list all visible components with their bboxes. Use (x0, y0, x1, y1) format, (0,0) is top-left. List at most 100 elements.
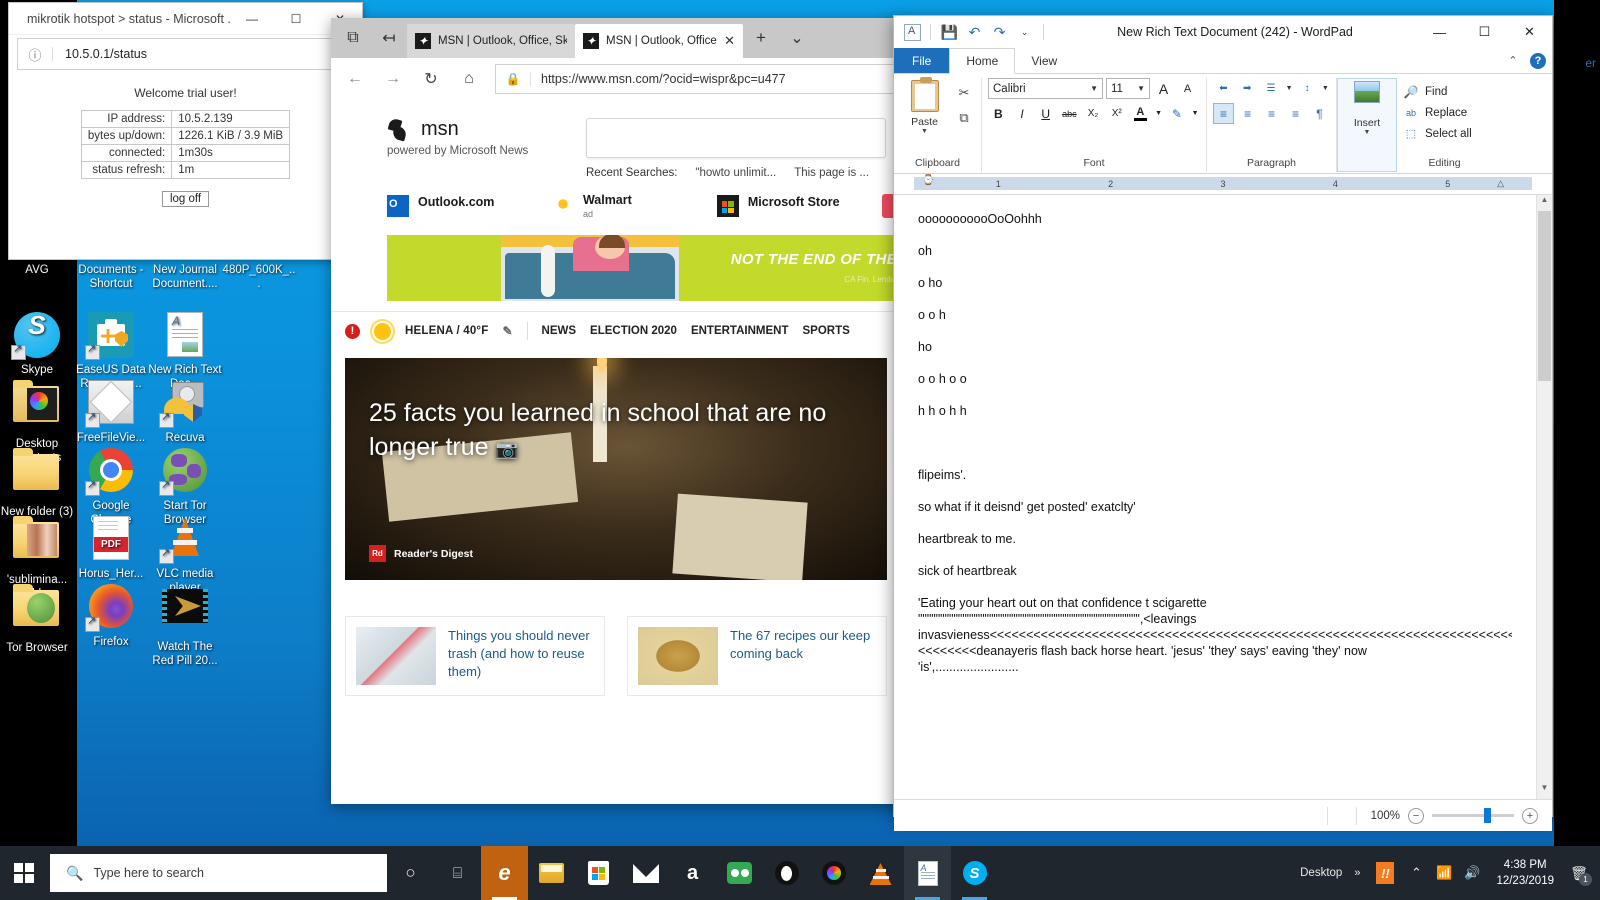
text-color-dropdown-icon[interactable]: ▼ (1154, 103, 1164, 124)
document-paragraph[interactable]: flipeims'. (918, 467, 1512, 483)
tab-home[interactable]: Home (949, 48, 1016, 74)
document-paragraph[interactable]: 'is',........................ (918, 659, 1512, 675)
document-paragraph[interactable]: sick of heartbreak (918, 563, 1512, 579)
network-icon[interactable]: 📶 (1430, 846, 1458, 900)
minimize-button[interactable]: — (1417, 17, 1462, 48)
wordpad-titlebar[interactable]: 💾 ↶ ↷ ⌄ New Rich Text Document (242) - W… (894, 16, 1552, 48)
scroll-down-icon[interactable]: ▼ (1537, 783, 1552, 799)
msn-hero-article[interactable]: 25 facts you learned in school that are … (345, 358, 887, 580)
zoom-slider[interactable] (1432, 808, 1514, 823)
desktop-icon-watch-red-pill[interactable]: Watch The Red Pill 20... (148, 584, 222, 668)
set-aside-tabs-icon[interactable]: ↤ (371, 18, 407, 58)
wordpad-ruler[interactable]: 1 2 3 4 5 ⌚ △ (894, 175, 1552, 195)
document-paragraph[interactable]: ho (918, 339, 1512, 355)
maximize-button[interactable]: ☐ (1462, 17, 1507, 48)
clock[interactable]: 4:38 PM 12/23/2019 (1486, 857, 1564, 889)
zoom-out-button[interactable]: − (1408, 807, 1424, 824)
ruler-bar[interactable]: 1 2 3 4 5 ⌚ △ (914, 175, 1532, 190)
cortana-button[interactable]: ○ (387, 846, 434, 900)
text-color-button[interactable]: A (1130, 103, 1151, 124)
taskbar-item-skype[interactable]: S (951, 846, 998, 900)
document-paragraph[interactable]: oh (918, 243, 1512, 259)
maximize-button[interactable]: ☐ (274, 3, 318, 34)
taskbar-item-amazon[interactable]: a (669, 846, 716, 900)
new-tab-button[interactable]: + (743, 18, 779, 58)
desktop-icon-skype[interactable]: S Skype (0, 312, 74, 378)
desktop-icon-tor-browser-folder[interactable]: Tor Browser (0, 584, 74, 656)
document-paragraph[interactable]: invasvieness<<<<<<<<<<<<<<<<<<<<<<<<<<<<… (918, 627, 1512, 643)
msn-logo[interactable]: msn powered by Microsoft News (387, 118, 562, 179)
tab-close-icon[interactable]: ✕ (724, 33, 735, 49)
document-paragraph[interactable]: o o h o o (918, 371, 1512, 387)
mikrotik-hotspot-window[interactable]: mikrotik hotspot > status - Microsoft ..… (8, 2, 363, 260)
edge-nav-bar[interactable]: ← → ↻ ⌂ 🔒 https://www.msn.com/?ocid=wisp… (331, 58, 901, 100)
taskbar-item-mail[interactable] (622, 846, 669, 900)
desktop-icon-avg[interactable]: AVG (0, 264, 74, 278)
taskbar-item-wordpad[interactable]: A (904, 846, 951, 900)
undo-icon[interactable]: ↶ (965, 23, 984, 42)
document-paragraph[interactable]: so what if it deisnd' get posted' exatcl… (918, 499, 1512, 515)
zoom-slider-thumb[interactable] (1484, 808, 1491, 823)
quick-link-microsoft-store[interactable]: Microsoft Store (716, 195, 882, 217)
cut-icon[interactable]: ✂ (953, 82, 975, 104)
tab-file[interactable]: File (894, 48, 950, 73)
collapse-ribbon-icon[interactable]: ⌃ (1502, 48, 1524, 73)
nav-item-sports[interactable]: SPORTS (802, 325, 849, 337)
italic-button[interactable]: I (1012, 103, 1033, 124)
browser-tab-1[interactable]: ✦ MSN | Outlook, Office, Skyp (407, 24, 575, 58)
save-icon[interactable]: 💾 (940, 23, 959, 42)
copy-icon[interactable]: ⧉ (953, 107, 975, 129)
desktop-icon-freefileviewer[interactable]: FreeFileVie... (74, 380, 148, 446)
search-input[interactable]: 🔍 Type here to search (50, 854, 387, 892)
msn-page-content[interactable]: msn powered by Microsoft News Recent Sea… (331, 100, 901, 804)
paste-button[interactable]: Paste ▼ (900, 77, 949, 135)
hero-source[interactable]: Rd Reader's Digest (369, 545, 473, 562)
scroll-up-icon[interactable]: ▲ (1537, 195, 1552, 211)
wordpad-ribbon[interactable]: Paste ▼ ✂ ⧉ Clipboard Calibri ▼ 11 ▼ A A… (894, 74, 1552, 174)
insert-dropdown-icon[interactable]: ▼ (1344, 129, 1390, 136)
close-button[interactable]: ✕ (1507, 17, 1552, 48)
msn-search-area[interactable]: Recent Searches: "howto unlimit... This … (586, 118, 886, 179)
desktop-icon-horus-pdf[interactable]: PDF Horus_Her... (74, 516, 148, 582)
scrollbar-thumb[interactable] (1538, 211, 1551, 381)
document-paragraph[interactable]: o ho (918, 275, 1512, 291)
select-all-button[interactable]: ⬚ Select all (1403, 123, 1486, 144)
wordpad-document-area[interactable]: ooooooooooOoOohhh oh o ho o o h ho o o h… (894, 195, 1552, 799)
tray-expand-icon[interactable]: » (1346, 867, 1368, 879)
highlight-dropdown-icon[interactable]: ▼ (1190, 103, 1200, 124)
taskbar-item-edge[interactable]: e (481, 846, 528, 900)
left-indent-marker[interactable]: ⌚ (922, 175, 934, 186)
weather-location-temp[interactable]: HELENA / 40°F (405, 325, 488, 337)
edge-tab-strip[interactable]: ⧉ ↤ ✦ MSN | Outlook, Office, Skyp ✦ MSN … (331, 18, 901, 58)
paste-dropdown-icon[interactable]: ▼ (900, 128, 949, 135)
recent-search-item[interactable]: "howto unlimit... (695, 167, 776, 179)
font-size-select[interactable]: 11 ▼ (1106, 78, 1150, 99)
tab-preview-icon[interactable]: ⧉ (335, 18, 371, 58)
browser-tab-2[interactable]: ✦ MSN | Outlook, Office, S ✕ (575, 24, 743, 58)
taskbar-item-color-app[interactable] (810, 846, 857, 900)
increase-indent-icon[interactable]: ➡ (1237, 78, 1258, 99)
align-left-button[interactable]: ≡ (1213, 103, 1235, 124)
line-spacing-dropdown-icon[interactable]: ▼ (1321, 78, 1330, 99)
bullets-icon[interactable]: ☰ (1261, 78, 1282, 99)
document-paragraph[interactable]: o o h (918, 307, 1512, 323)
grow-font-icon[interactable]: A (1153, 78, 1174, 99)
home-button[interactable]: ⌂ (451, 62, 487, 96)
zoom-in-button[interactable]: + (1522, 807, 1538, 824)
tab-menu-chevron-icon[interactable]: ⌄ (779, 18, 815, 58)
desktop-icon-new-folder-3[interactable]: New folder (3) (0, 448, 74, 520)
taskbar-item-tripadvisor[interactable] (716, 846, 763, 900)
bullets-dropdown-icon[interactable]: ▼ (1284, 78, 1293, 99)
back-button[interactable]: ← (337, 62, 373, 96)
justify-button[interactable]: ≡ (1285, 103, 1306, 124)
refresh-button[interactable]: ↻ (413, 62, 449, 96)
font-family-select[interactable]: Calibri ▼ (988, 78, 1103, 99)
insert-button[interactable]: Insert ▼ (1344, 81, 1390, 136)
replace-button[interactable]: ab Replace (1403, 102, 1486, 123)
mikrotik-titlebar[interactable]: mikrotik hotspot > status - Microsoft ..… (9, 3, 362, 35)
taskbar[interactable]: 🔍 Type here to search ○ ⌸ e a A S Deskto… (0, 846, 1600, 900)
desktop-icon-documents-shortcut[interactable]: Documents - Shortcut (74, 264, 148, 291)
article-card[interactable]: Things you should never trash (and how t… (345, 616, 605, 696)
taskbar-item-vlc[interactable] (857, 846, 904, 900)
document-paragraph[interactable]: heartbreak to me. (918, 531, 1512, 547)
